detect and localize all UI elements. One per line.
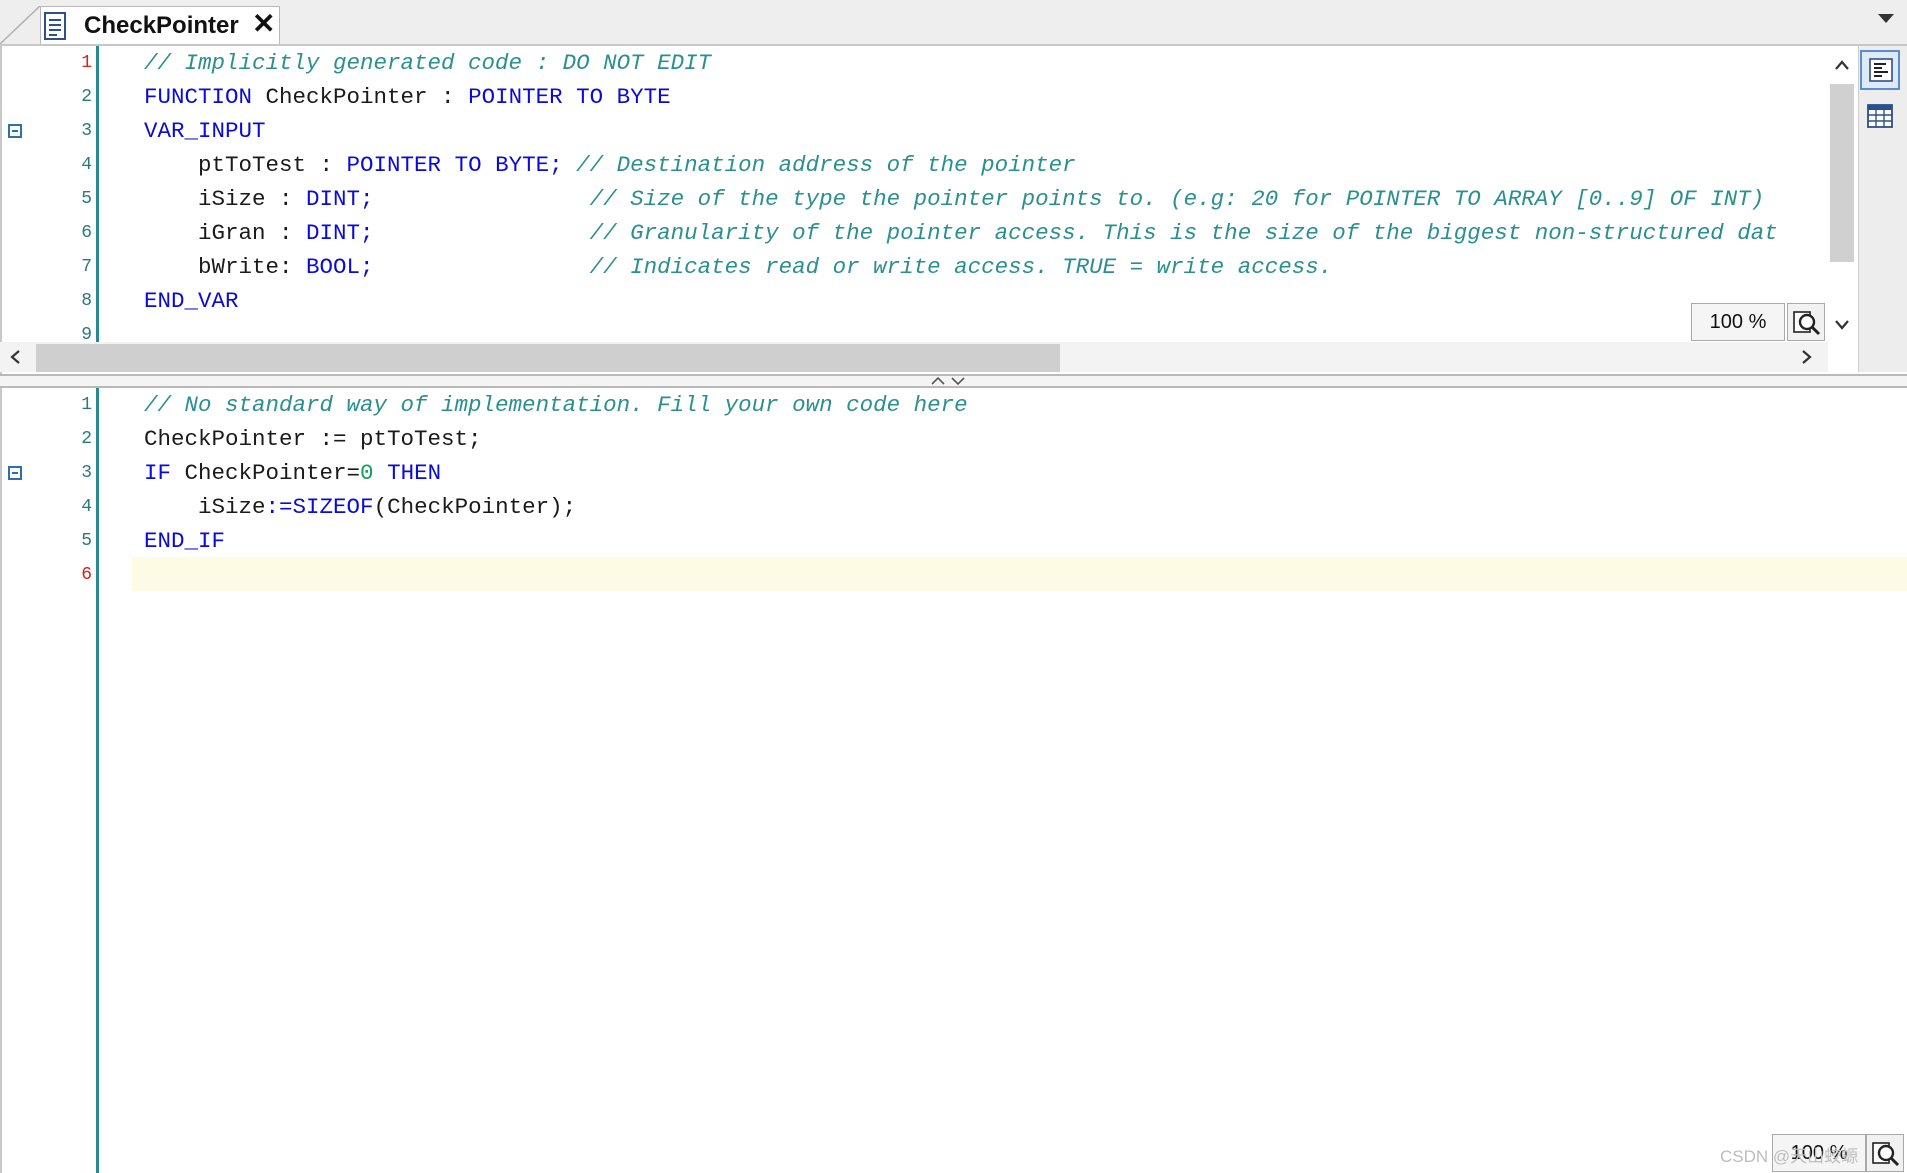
- number-literal: 0: [360, 460, 374, 486]
- tab-edge-decoration: [0, 6, 42, 44]
- textual-view-button[interactable]: [1860, 50, 1900, 90]
- splitter-arrows-icon[interactable]: [930, 375, 966, 387]
- line-number: 4: [81, 497, 92, 517]
- identifier: CheckPointer=: [171, 460, 361, 486]
- gutter-line: [96, 46, 99, 344]
- view-toolbar: [1858, 46, 1907, 372]
- close-icon[interactable]: ✕: [252, 10, 275, 38]
- code-line: END_IF: [144, 524, 225, 558]
- scrollbar-thumb[interactable]: [1830, 84, 1854, 262]
- tab-title: CheckPointer: [84, 12, 239, 39]
- line-number-current: 6: [81, 565, 92, 585]
- keyword: POINTER TO BYTE;: [346, 152, 563, 178]
- keyword: THEN: [373, 460, 442, 486]
- identifier: iSize :: [144, 186, 307, 212]
- keyword: DINT;: [306, 186, 374, 212]
- line-number: 1: [81, 395, 92, 415]
- identifier: (CheckPointer);: [373, 494, 577, 520]
- keyword: IF: [144, 460, 172, 486]
- scrollbar-thumb[interactable]: [36, 344, 1060, 372]
- zoom-button[interactable]: [1866, 1134, 1904, 1172]
- comment: // Implicitly generated code : DO NOT ED…: [144, 50, 712, 76]
- chevron-left-icon[interactable]: [8, 349, 22, 365]
- implementation-editor[interactable]: 1 2 3 4 5 6 // No standard way of implem…: [0, 388, 1907, 1173]
- zoom-button[interactable]: [1787, 303, 1825, 341]
- line-number: 7: [81, 257, 92, 277]
- magnifier-icon: [1872, 1142, 1900, 1167]
- document-icon: [44, 12, 66, 40]
- table-view-icon: [1867, 104, 1893, 128]
- code-line: iGran : DINT; // Granularity of the poin…: [144, 216, 1778, 250]
- keyword: VAR_INPUT: [144, 118, 266, 144]
- line-number: 6: [81, 223, 92, 243]
- keyword: FUNCTION: [144, 84, 253, 110]
- fold-collapse-icon[interactable]: [8, 466, 22, 480]
- keyword: END_VAR: [144, 288, 239, 314]
- line-number: 5: [81, 189, 92, 209]
- line-number: 8: [81, 291, 92, 311]
- watermark: CSDN @天山蛟螈: [1720, 1147, 1859, 1166]
- identifier: CheckPointer :: [252, 84, 469, 110]
- zoom-level[interactable]: 100 %: [1691, 303, 1785, 341]
- magnifier-icon: [1793, 311, 1821, 336]
- code-line: CheckPointer := ptToTest;: [144, 422, 482, 456]
- code-line: // Implicitly generated code : DO NOT ED…: [144, 46, 711, 80]
- identifier: ptToTest :: [144, 152, 347, 178]
- keyword: END_IF: [144, 528, 226, 554]
- statement: CheckPointer := ptToTest;: [144, 426, 482, 452]
- line-number: 4: [81, 155, 92, 175]
- keyword: POINTER TO BYTE: [468, 84, 671, 110]
- chevron-up-icon[interactable]: [1834, 58, 1850, 72]
- keyword: BOOL;: [306, 254, 374, 280]
- code-line: bWrite: BOOL; // Indicates read or write…: [144, 250, 1332, 284]
- comment: // Granularity of the pointer access. Th…: [373, 220, 1778, 246]
- tabular-view-button[interactable]: [1860, 96, 1900, 136]
- chevron-down-icon[interactable]: [1878, 14, 1894, 23]
- code-line: FUNCTION CheckPointer : POINTER TO BYTE: [144, 80, 671, 114]
- editor-tab-bar: [0, 0, 1907, 46]
- code-line: // No standard way of implementation. Fi…: [144, 388, 968, 422]
- comment: // Size of the type the pointer points t…: [373, 186, 1765, 212]
- keyword: DINT;: [306, 220, 374, 246]
- fold-collapse-icon[interactable]: [8, 124, 22, 138]
- code-line: IF CheckPointer=0 THEN: [144, 456, 441, 490]
- chevron-down-icon[interactable]: [1834, 318, 1850, 332]
- comment: // Destination address of the pointer: [562, 152, 1076, 178]
- code-line: iSize : DINT; // Size of the type the po…: [144, 182, 1764, 216]
- identifier: iGran :: [144, 220, 307, 246]
- identifier: bWrite:: [144, 254, 307, 280]
- line-number: 3: [81, 121, 92, 141]
- line-number: 2: [81, 87, 92, 107]
- line-number: 5: [81, 531, 92, 551]
- code-line: ptToTest : POINTER TO BYTE; // Destinati…: [144, 148, 1076, 182]
- identifier: iSize: [144, 494, 266, 520]
- line-number: 1: [81, 53, 92, 73]
- declaration-editor[interactable]: 1 2 3 4 5 6 7 8 9 // Implicitly generate…: [0, 46, 1828, 344]
- text-view-icon: [1869, 58, 1893, 82]
- line-number: 3: [81, 463, 92, 483]
- code-line: VAR_INPUT: [144, 114, 266, 148]
- comment: // Indicates read or write access. TRUE …: [373, 254, 1333, 280]
- line-number: 2: [81, 429, 92, 449]
- keyword: :=SIZEOF: [265, 494, 374, 520]
- comment: // No standard way of implementation. Fi…: [144, 392, 968, 418]
- chevron-right-icon[interactable]: [1800, 349, 1814, 365]
- line-number: 9: [81, 325, 92, 344]
- code-line: END_VAR: [144, 284, 239, 318]
- code-line: iSize:=SIZEOF(CheckPointer);: [144, 490, 576, 524]
